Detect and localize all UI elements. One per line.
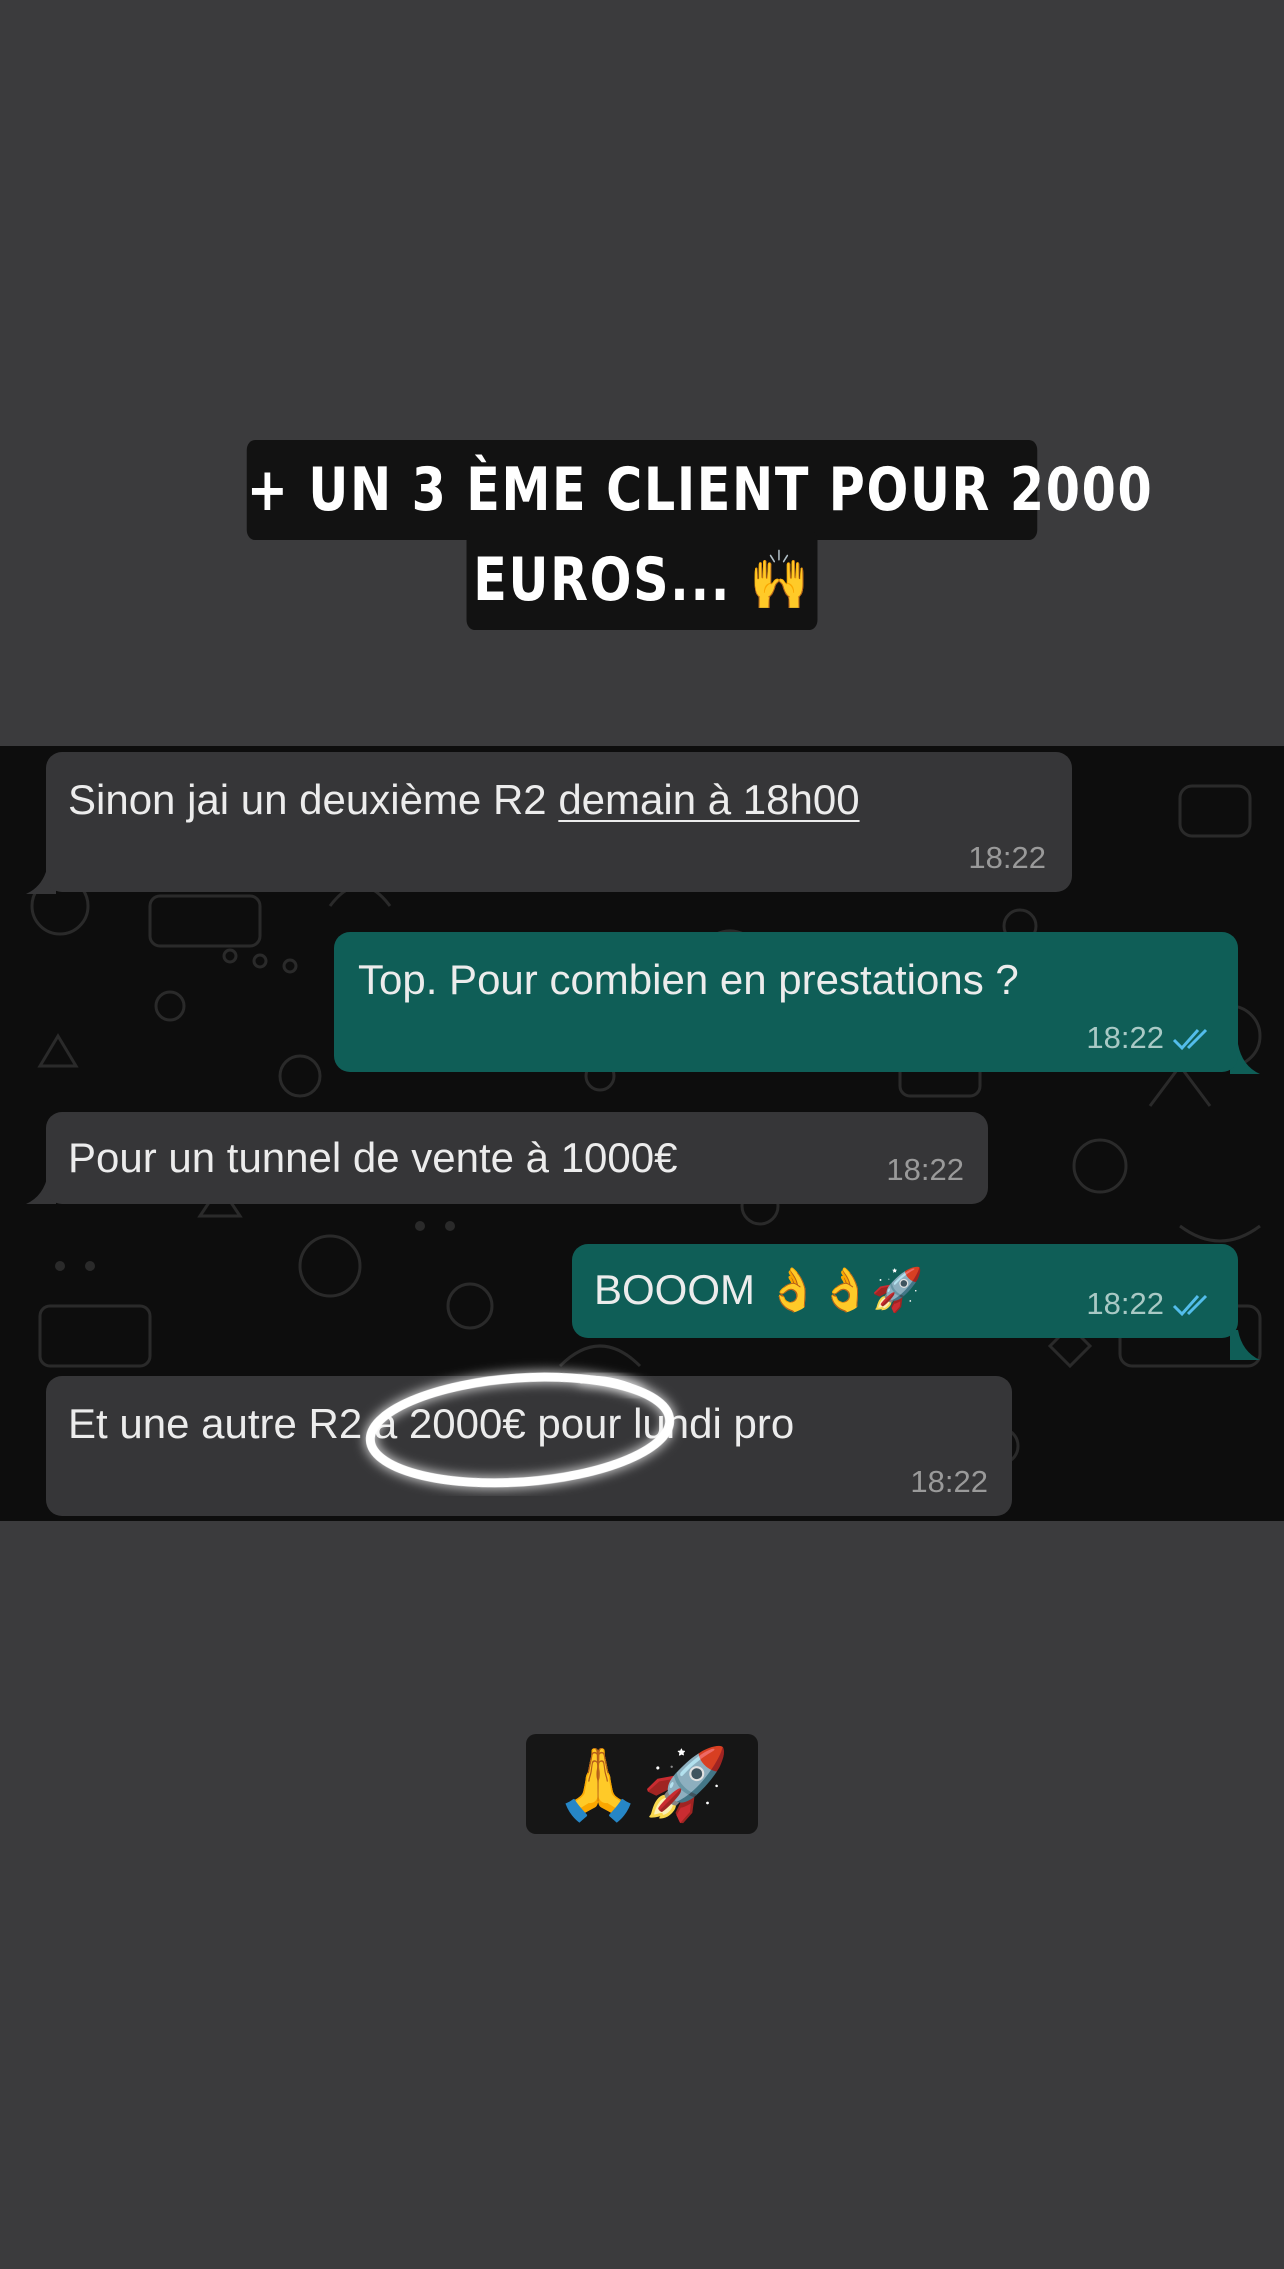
story-caption-line-1: + UN 3 ÈME CLIENT POUR 2000	[246, 440, 1152, 540]
message-bubble-outgoing[interactable]: BOOOM 👌👌🚀 18:22	[572, 1244, 1238, 1338]
highlight-circle	[365, 1372, 675, 1488]
message-text: Sinon jai un deuxième R2 demain à 18h00	[68, 776, 860, 823]
emoji-sticker: 🙏🚀	[526, 1734, 758, 1834]
caption-text-2: EUROS...	[473, 545, 732, 615]
caption-text-1: + UN 3 ÈME CLIENT POUR 2000	[246, 455, 1154, 525]
message-text: Pour un tunnel de vente à 1000€	[68, 1134, 678, 1181]
double-check-icon	[1172, 1294, 1208, 1317]
story-caption-line-2: EUROS... 🙌	[466, 530, 818, 630]
message-time: 18:22	[968, 840, 1046, 875]
message-bubble-incoming[interactable]: Sinon jai un deuxième R2 demain à 18h00 …	[46, 752, 1072, 892]
message-time: 18:22	[1086, 1020, 1164, 1055]
message-text: Top. Pour combien en prestations ?	[358, 956, 1019, 1003]
raising-hands-emoji: 🙌	[749, 546, 811, 614]
message-time: 18:22	[910, 1464, 988, 1499]
message-bubble-incoming[interactable]: Pour un tunnel de vente à 1000€ 18:22	[46, 1112, 988, 1204]
pray-rocket-emoji: 🙏🚀	[554, 1745, 730, 1823]
message-bubble-outgoing[interactable]: Top. Pour combien en prestations ? 18:22	[334, 932, 1238, 1072]
story-page: + UN 3 ÈME CLIENT POUR 2000 EUROS... 🙌 S…	[0, 0, 1284, 2269]
message-time: 18:22	[1086, 1286, 1164, 1321]
message-text: BOOOM 👌👌🚀	[594, 1266, 924, 1313]
date-link[interactable]: demain à 18h00	[558, 776, 859, 823]
message-time: 18:22	[886, 1152, 964, 1187]
bubble-tail	[1230, 1330, 1260, 1360]
double-check-icon	[1172, 1028, 1208, 1051]
chat-screenshot: Sinon jai un deuxième R2 demain à 18h00 …	[0, 746, 1284, 1521]
